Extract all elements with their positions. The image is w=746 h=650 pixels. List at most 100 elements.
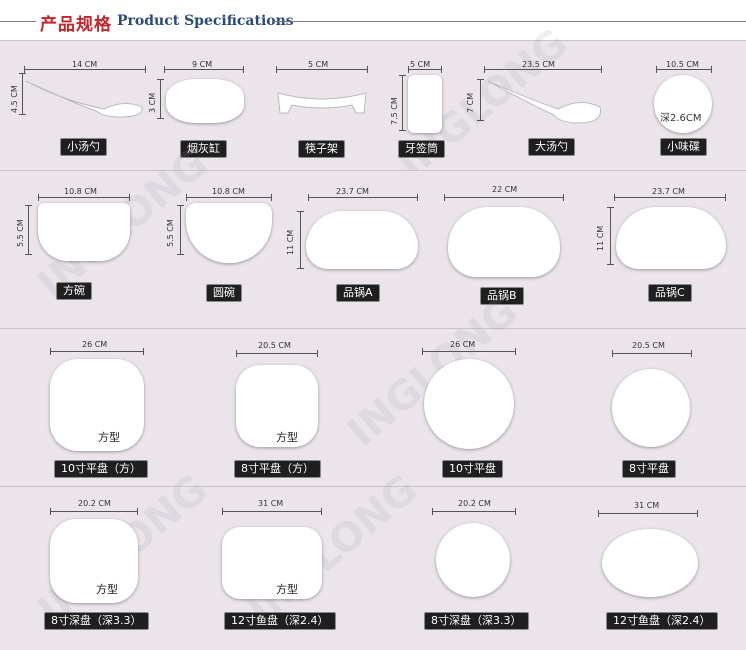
dim-width: 9 CM (192, 60, 213, 69)
dim-line (432, 508, 516, 515)
dim-width: 26 CM (82, 340, 108, 349)
dim-line (477, 79, 484, 121)
dim-line (612, 350, 692, 357)
row-2: INGLONG 10.8 CM 5.5 CM 方碗 10.8 CM 5.5 CM… (0, 140, 746, 329)
dim-line (236, 350, 318, 357)
dim-height: 11 CM (286, 229, 295, 255)
dim-height: 11 CM (596, 225, 605, 251)
dim-width: 10.5 CM (666, 60, 699, 69)
dim-width: 26 CM (450, 340, 476, 349)
dim-width: 10.8 CM (212, 187, 245, 196)
dim-line (408, 66, 442, 73)
dim-line (484, 66, 602, 73)
dim-width: 14 CM (72, 60, 98, 69)
dim-width: 10.8 CM (64, 187, 97, 196)
sauce-dish-icon (654, 75, 712, 133)
dim-width: 23.7 CM (336, 187, 369, 196)
product-label: 牙签筒 (398, 140, 445, 158)
product-label: 大汤勺 (528, 138, 575, 156)
product-label: 8寸深盘（深3.3） (424, 612, 529, 630)
header-rule-right (272, 21, 746, 22)
dim-height: 7 CM (466, 92, 475, 113)
dim-height: 4.5 CM (10, 85, 19, 113)
round-bowl-icon (186, 203, 272, 263)
round-plate-icon (424, 359, 514, 449)
dim-width: 5 CM (410, 60, 431, 69)
ashtray-icon (166, 79, 244, 123)
dim-line (50, 348, 144, 355)
round-deep-plate-icon (436, 523, 510, 597)
dim-line (308, 194, 418, 201)
title-cn: 产品规格 (40, 15, 112, 35)
dim-line (422, 348, 516, 355)
depth-note: 深2.6CM (660, 113, 702, 124)
product-label: 小汤勺 (60, 138, 107, 156)
dim-line (607, 207, 614, 265)
dim-line (656, 66, 712, 73)
pot-c-icon (616, 207, 726, 269)
chopstick-rest-icon (277, 92, 367, 114)
dim-line (614, 194, 726, 201)
dim-line (25, 205, 32, 255)
product-label: 品锅A (336, 284, 380, 302)
dim-width: 23.5 CM (522, 60, 555, 69)
dim-line (276, 66, 368, 73)
dim-height: 3 CM (148, 92, 157, 113)
product-label: 8寸平盘（方） (234, 460, 321, 478)
shape-type: 方型 (96, 583, 118, 596)
dim-height: 5.5 CM (166, 219, 175, 247)
dim-width: 20.5 CM (258, 341, 291, 350)
dim-width: 23.7 CM (652, 187, 685, 196)
dim-line (177, 205, 184, 255)
dim-width: 22 CM (492, 185, 518, 194)
dim-line (164, 66, 244, 73)
dim-width: 20.5 CM (632, 341, 665, 350)
product-label: 12寸鱼盘（深2.4） (224, 612, 336, 630)
product-label: 12寸鱼盘（深2.4） (606, 612, 718, 630)
product-label: 方碗 (56, 282, 92, 300)
dim-line (297, 211, 304, 269)
product-label: 筷子架 (298, 140, 345, 158)
row-4: INGLONG INGLONG 20.2 CM 方型 8寸深盘（深3.3） 31… (0, 466, 746, 650)
shape-type: 方型 (276, 583, 298, 596)
dim-line (222, 508, 322, 515)
square-deep-plate-icon (50, 519, 138, 603)
product-label: 品锅C (648, 284, 692, 302)
dim-line (157, 79, 164, 119)
dim-width: 20.2 CM (78, 499, 111, 508)
header: 产品规格 Product Specifications (0, 0, 746, 40)
pot-a-icon (306, 211, 418, 269)
dim-width: 20.2 CM (458, 499, 491, 508)
dim-line (444, 194, 564, 201)
product-label: 圆碗 (206, 284, 242, 302)
dim-width: 31 CM (258, 499, 284, 508)
shape-type: 方型 (276, 431, 298, 444)
dim-line (38, 194, 130, 201)
large-spoon-icon (487, 80, 602, 124)
dim-line (598, 510, 698, 517)
round-plate-icon (612, 369, 690, 447)
dim-line (399, 75, 406, 131)
product-label: 8寸深盘（深3.3） (44, 612, 149, 630)
dim-line (24, 66, 146, 73)
product-label: 小味碟 (660, 138, 707, 156)
square-fish-plate-icon (222, 527, 322, 599)
square-plate-icon (50, 359, 144, 451)
square-bowl-icon (38, 203, 130, 261)
oval-fish-plate-icon (602, 529, 698, 597)
dim-height: 5.5 CM (16, 219, 25, 247)
dim-line (186, 194, 272, 201)
small-spoon-icon (25, 80, 143, 118)
toothpick-holder-icon (408, 75, 442, 133)
dim-height: 7.5 CM (390, 97, 399, 125)
product-label: 10寸平盘（方） (54, 460, 148, 478)
dim-width: 5 CM (308, 60, 329, 69)
dim-width: 31 CM (634, 501, 660, 510)
dim-line (19, 73, 26, 115)
shape-type: 方型 (98, 431, 120, 444)
row-1: INGLONG 14 CM 4.5 CM 小汤勺 9 CM 3 CM 烟灰缸 5… (0, 20, 746, 188)
product-label: 10寸平盘 (442, 460, 503, 478)
header-rule-left (0, 21, 36, 22)
pot-b-icon (448, 207, 560, 277)
title-en: Product Specifications (117, 13, 294, 29)
